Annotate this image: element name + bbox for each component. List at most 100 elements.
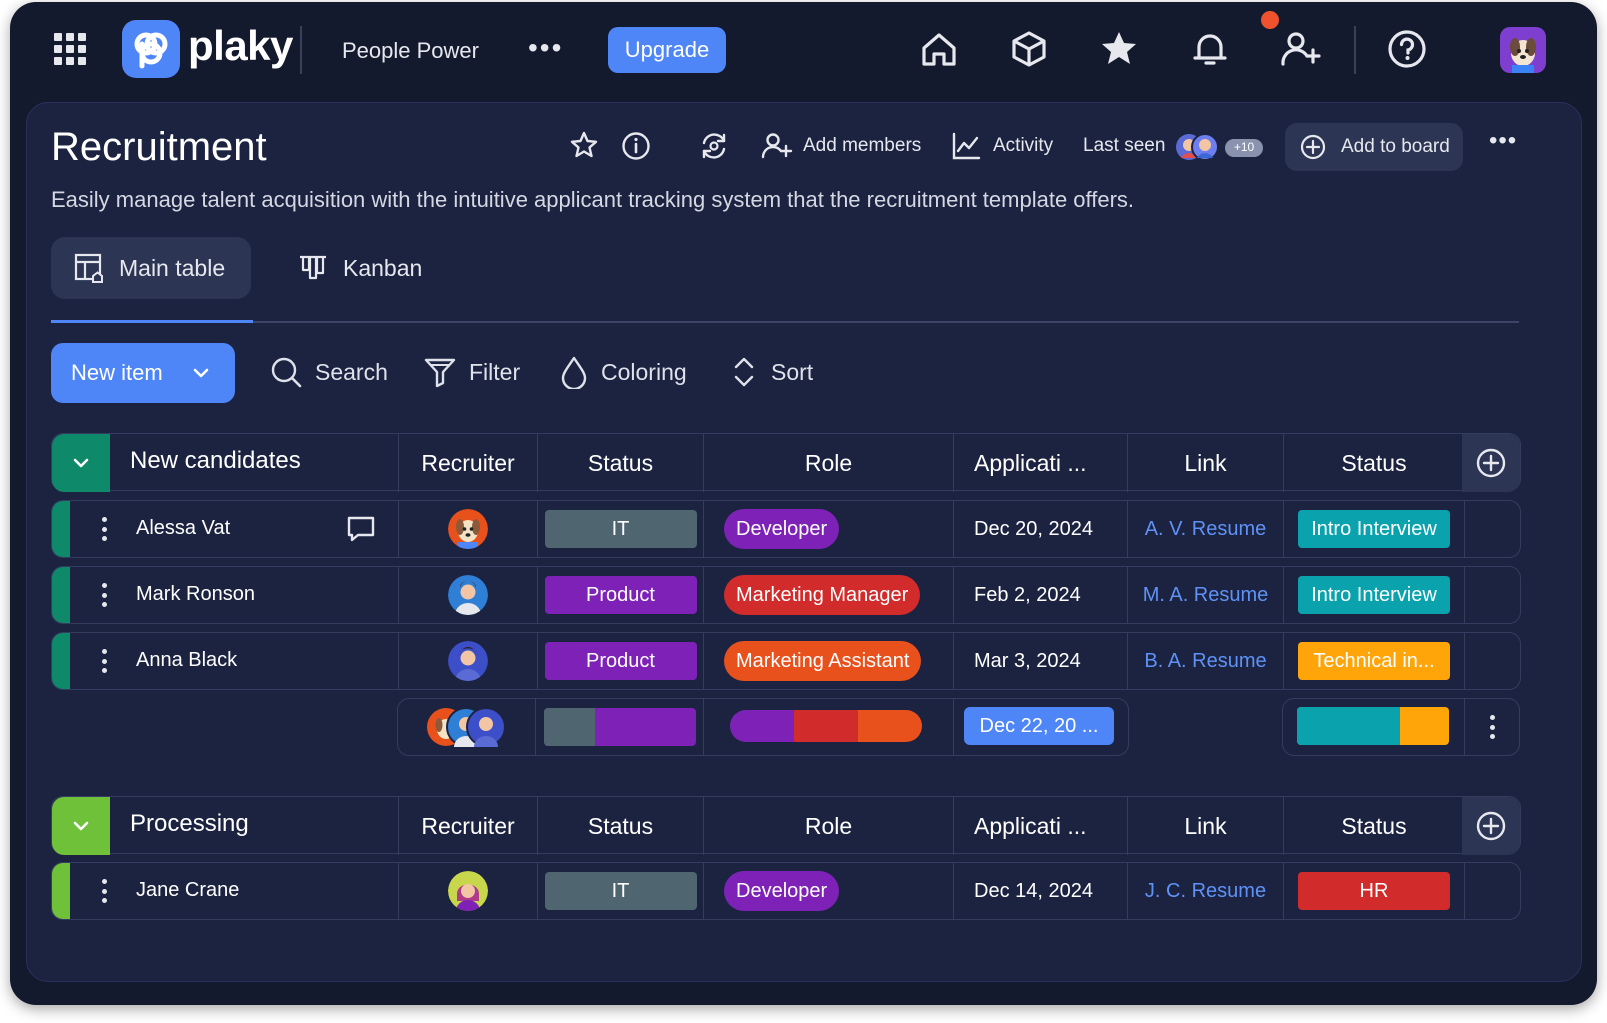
tab-kanban[interactable]: Kanban — [275, 237, 455, 299]
favorite-star-icon[interactable] — [567, 129, 601, 163]
status-2-cell[interactable]: Intro Interview — [1283, 567, 1464, 623]
row-menu-icon[interactable] — [92, 581, 116, 609]
item-name[interactable]: Alessa Vat — [136, 517, 230, 540]
activity-label[interactable]: Activity — [993, 135, 1053, 157]
date-cell[interactable]: Feb 2, 2024 — [953, 567, 1127, 623]
resume-link[interactable]: B. A. Resume — [1144, 650, 1266, 673]
group-collapse-toggle[interactable] — [52, 434, 110, 492]
invite-user-icon[interactable] — [1277, 26, 1323, 72]
resume-link[interactable]: A. V. Resume — [1145, 518, 1267, 541]
link-cell[interactable]: J. C. Resume — [1127, 863, 1283, 919]
group-summary-row: Dec 22, 20 ... — [51, 698, 1521, 756]
plaky-logo-icon[interactable] — [122, 20, 180, 78]
column-header-application-date[interactable]: Applicati ... — [953, 434, 1127, 492]
role-cell[interactable]: Developer — [703, 863, 953, 919]
recruiter-cell[interactable] — [398, 863, 537, 919]
sync-icon[interactable] — [697, 129, 731, 163]
status-chip: Intro Interview — [1298, 576, 1450, 614]
chevron-down-icon — [73, 458, 89, 468]
date-range-summary[interactable]: Dec 22, 20 ... — [964, 707, 1114, 745]
status-2-cell[interactable]: HR — [1283, 863, 1464, 919]
status-2-cell[interactable]: Intro Interview — [1283, 501, 1464, 557]
add-column-button[interactable] — [1462, 434, 1520, 492]
board-title[interactable]: Recruitment — [51, 125, 267, 170]
table-row[interactable]: Mark Ronson Product Marketing Manager Fe… — [51, 566, 1521, 624]
item-name[interactable]: Mark Ronson — [136, 583, 255, 606]
status-cell[interactable]: IT — [537, 863, 703, 919]
column-header-role[interactable]: Role — [703, 797, 953, 855]
tab-main-table[interactable]: Main table — [51, 237, 251, 299]
sort-tool[interactable]: Sort — [729, 355, 813, 389]
recruiter-cell[interactable] — [398, 567, 537, 623]
column-header-status-2[interactable]: Status — [1283, 797, 1464, 855]
apps-grid-icon[interactable] — [54, 33, 86, 65]
recruiter-cell[interactable] — [398, 633, 537, 689]
search-tool[interactable]: Search — [269, 355, 388, 389]
add-members-icon[interactable] — [759, 129, 793, 163]
coloring-tool[interactable]: Coloring — [559, 355, 687, 389]
bell-icon[interactable] — [1187, 26, 1233, 72]
workspace-more-icon[interactable]: ••• — [528, 32, 563, 64]
column-header-status[interactable]: Status — [537, 434, 703, 492]
column-header-status[interactable]: Status — [537, 797, 703, 855]
add-column-button[interactable] — [1462, 797, 1520, 855]
link-cell[interactable]: M. A. Resume — [1127, 567, 1283, 623]
column-header-recruiter[interactable]: Recruiter — [398, 797, 537, 855]
role-cell[interactable]: Marketing Assistant — [703, 633, 953, 689]
group-collapse-toggle[interactable] — [52, 797, 110, 855]
row-menu-icon[interactable] — [92, 647, 116, 675]
table-row[interactable]: Anna Black Product Marketing Assistant M… — [51, 632, 1521, 690]
add-to-board-button[interactable]: Add to board — [1285, 123, 1463, 171]
table-row[interactable]: Alessa Vat IT Developer Dec 20, 2024 A. … — [51, 500, 1521, 558]
filter-tool[interactable]: Filter — [423, 355, 520, 389]
item-name[interactable]: Anna Black — [136, 649, 237, 672]
date-cell[interactable]: Mar 3, 2024 — [953, 633, 1127, 689]
role-distribution-bar[interactable] — [730, 708, 922, 744]
column-header-status-2[interactable]: Status — [1283, 434, 1464, 492]
summary-menu-icon[interactable] — [1480, 713, 1504, 741]
last-seen-avatars[interactable]: +10 — [1175, 131, 1265, 163]
status-2-cell[interactable]: Technical in... — [1283, 633, 1464, 689]
upgrade-button[interactable]: Upgrade — [608, 27, 726, 73]
column-header-application-date[interactable]: Applicati ... — [953, 797, 1127, 855]
column-header-link[interactable]: Link — [1127, 434, 1283, 492]
resume-link[interactable]: M. A. Resume — [1143, 584, 1269, 607]
link-cell[interactable]: B. A. Resume — [1127, 633, 1283, 689]
role-cell[interactable]: Marketing Manager — [703, 567, 953, 623]
table-row[interactable]: Jane Crane IT Developer Dec 14, 2024 J. … — [51, 862, 1521, 920]
status-cell[interactable]: IT — [537, 501, 703, 557]
column-header-link[interactable]: Link — [1127, 797, 1283, 855]
role-cell[interactable]: Developer — [703, 501, 953, 557]
row-menu-icon[interactable] — [92, 877, 116, 905]
recruiter-avatars-stack[interactable] — [426, 707, 510, 747]
date-cell[interactable]: Dec 20, 2024 — [953, 501, 1127, 557]
resume-link[interactable]: J. C. Resume — [1145, 880, 1266, 903]
activity-chart-icon[interactable] — [949, 129, 983, 163]
date-cell[interactable]: Dec 14, 2024 — [953, 863, 1127, 919]
info-icon[interactable] — [619, 129, 653, 163]
status-distribution-bar[interactable] — [544, 708, 696, 746]
column-header-role[interactable]: Role — [703, 434, 953, 492]
item-name[interactable]: Jane Crane — [136, 879, 239, 902]
workspace-name[interactable]: People Power — [342, 38, 479, 64]
chevron-down-icon[interactable] — [191, 363, 211, 383]
star-icon[interactable] — [1096, 26, 1142, 72]
group-name[interactable]: New candidates — [130, 447, 301, 475]
link-cell[interactable]: A. V. Resume — [1127, 501, 1283, 557]
add-members-label[interactable]: Add members — [803, 135, 921, 157]
status-2-distribution-bar[interactable] — [1297, 707, 1449, 745]
comment-icon[interactable] — [346, 515, 376, 543]
home-icon[interactable] — [916, 26, 962, 72]
cube-icon[interactable] — [1006, 26, 1052, 72]
new-item-button[interactable]: New item — [51, 343, 235, 403]
user-avatar[interactable] — [1500, 27, 1546, 73]
column-header-recruiter[interactable]: Recruiter — [398, 434, 537, 492]
row-color-bar — [52, 501, 70, 557]
recruiter-cell[interactable] — [398, 501, 537, 557]
row-menu-icon[interactable] — [92, 515, 116, 543]
help-icon[interactable] — [1384, 26, 1430, 72]
group-name[interactable]: Processing — [130, 810, 249, 838]
status-cell[interactable]: Product — [537, 633, 703, 689]
board-more-icon[interactable]: ••• — [1489, 127, 1517, 155]
status-cell[interactable]: Product — [537, 567, 703, 623]
